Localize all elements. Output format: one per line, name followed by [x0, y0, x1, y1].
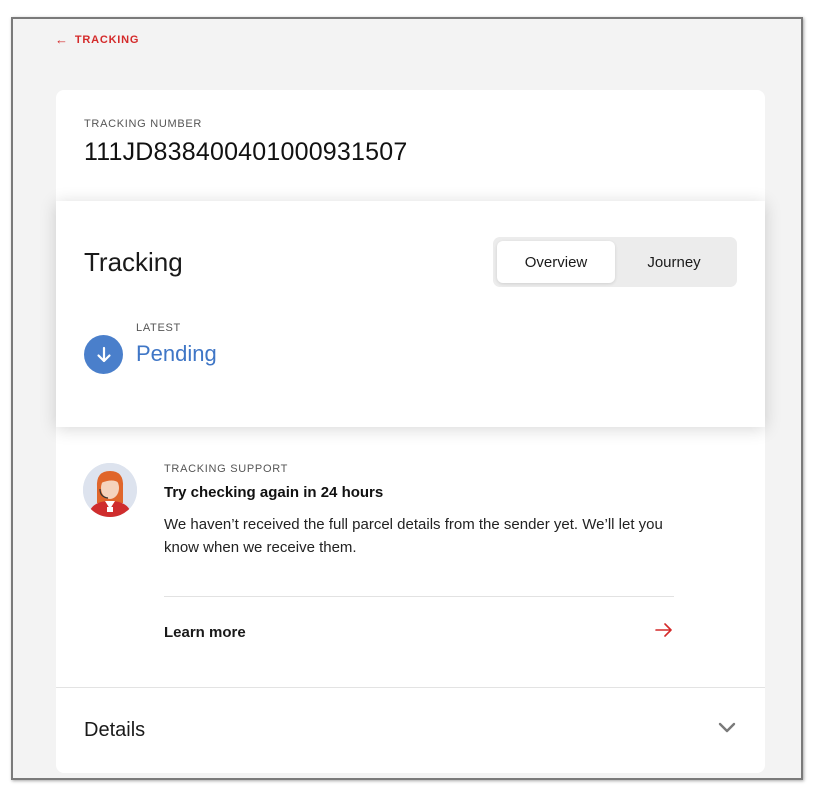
tracking-number-value: 111JD838400401000931507 — [84, 138, 408, 166]
tracking-number-label: TRACKING NUMBER — [84, 118, 203, 130]
tracking-title: Tracking — [84, 247, 183, 277]
back-link-label: TRACKING — [74, 33, 140, 46]
learn-more-link[interactable]: Learn more — [164, 619, 674, 645]
support-text: TRACKING SUPPORT Try checking again in 2… — [164, 463, 684, 559]
tracking-card: TRACKING NUMBER 111JD838400401000931507 … — [56, 90, 765, 773]
support-title: Try checking again in 24 hours — [164, 484, 384, 501]
support-label: TRACKING SUPPORT — [164, 463, 289, 475]
tab-overview[interactable]: Overview — [497, 241, 615, 283]
app-frame: ← TRACKING TRACKING NUMBER 111JD83840040… — [11, 17, 803, 780]
support-divider — [164, 596, 674, 597]
chevron-down-icon — [717, 721, 737, 740]
latest-status: Pending — [136, 341, 217, 366]
details-expander[interactable]: Details — [56, 688, 765, 772]
support-agent-avatar — [83, 463, 137, 517]
view-toggle: Overview Journey — [493, 237, 737, 287]
tracking-panel: Tracking Overview Journey LATEST Pending — [56, 201, 765, 427]
arrow-down-status-icon — [84, 335, 123, 374]
learn-more-label: Learn more — [164, 623, 246, 641]
latest-label: LATEST — [136, 322, 181, 334]
arrow-right-icon — [654, 622, 674, 643]
arrow-left-icon: ← — [55, 32, 69, 47]
support-message: We haven’t received the full parcel deta… — [164, 516, 663, 556]
back-tracking-link[interactable]: ← TRACKING — [55, 33, 139, 46]
tracking-number-block: TRACKING NUMBER 111JD838400401000931507 — [84, 118, 407, 167]
details-label: Details — [84, 718, 146, 741]
tab-journey[interactable]: Journey — [615, 241, 733, 283]
